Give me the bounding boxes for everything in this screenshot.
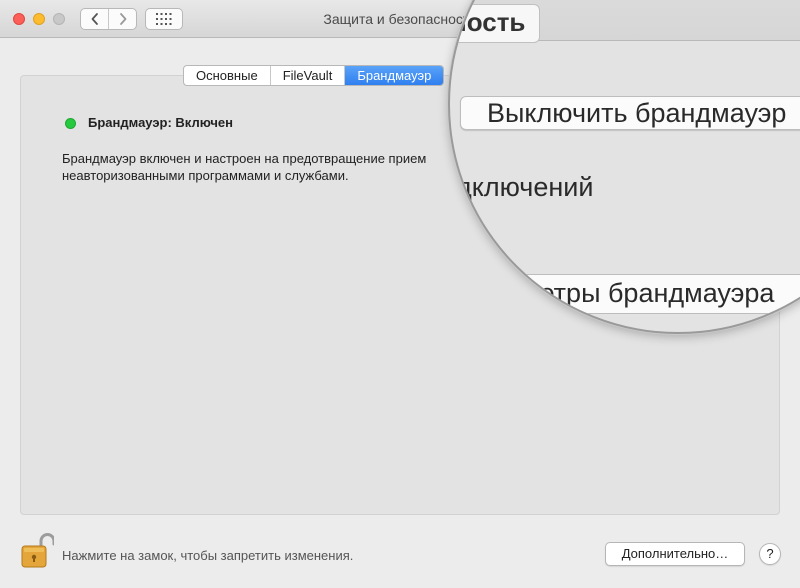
- tab-filevault[interactable]: FileVault: [269, 66, 345, 85]
- magnified-description: дключений: [456, 172, 594, 202]
- magnified-window-title: ность: [450, 4, 541, 43]
- advanced-button[interactable]: Дополнительно…: [605, 542, 745, 566]
- firewall-description: Брандмауэр включен и настроен на предотв…: [62, 151, 427, 183]
- lock-hint: Нажмите на замок, чтобы запретить измене…: [62, 548, 354, 563]
- status-indicator: [65, 118, 76, 129]
- tab-general[interactable]: Основные: [184, 66, 270, 85]
- help-button[interactable]: ?: [759, 543, 781, 565]
- magnifier-loupe: ность Выключить брандмауэр дключений мет…: [448, 0, 800, 334]
- preferences-window: Защита и безопасность Основные FileVault…: [0, 0, 800, 588]
- firewall-status: Брандмауэр: Включен: [88, 115, 233, 130]
- tab-firewall[interactable]: Брандмауэр: [344, 66, 444, 85]
- unlocked-padlock-icon[interactable]: [21, 532, 54, 568]
- firewall-options-button[interactable]: метры брандмауэра: [490, 274, 800, 314]
- tab-bar: Основные FileVault Брандмауэр: [183, 65, 445, 86]
- turn-off-firewall-button[interactable]: Выключить брандмауэр: [460, 96, 800, 130]
